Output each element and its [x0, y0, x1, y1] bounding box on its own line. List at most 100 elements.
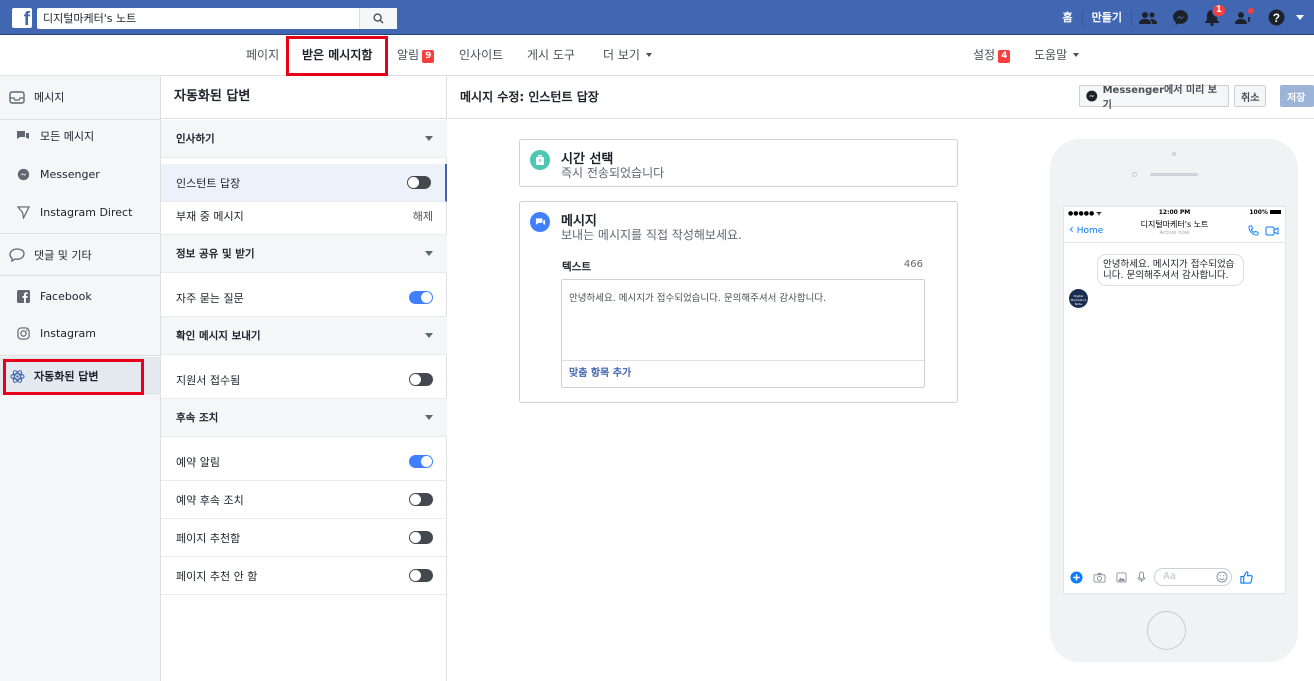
help-icon[interactable]: ? [1266, 8, 1286, 28]
response-item-label: 확인 메시지 보내기 [176, 330, 261, 342]
phone-screen: ●●●●● ᯤ 12:00 PM 100% ‹ Home 디지털마케터's 노트… [1063, 206, 1286, 594]
editor-title: 메시지 수정: 인스턴트 답장 [460, 90, 599, 104]
response-item-label: 페이지 추천 안 함 [176, 569, 258, 583]
phone-preview: ●●●●● ᯤ 12:00 PM 100% ‹ Home 디지털마케터's 노트… [1050, 139, 1298, 662]
editor-pane: 메시지 수정: 인스턴트 답장 Messenger에서 미리 보기 취소 저장 … [448, 76, 1314, 681]
search-bar[interactable]: 디지털마케터's 노트 [37, 8, 397, 29]
sidebar-header-messages[interactable]: 메시지 [0, 78, 160, 116]
message-textarea[interactable]: 안녕하세요. 메시지가 접수되었습니다. 문의해주셔서 감사합니다. 맞춤 항목… [561, 279, 925, 388]
chevron-down-icon[interactable] [425, 415, 433, 420]
message-text[interactable]: 안녕하세요. 메시지가 접수되었습니다. 문의해주셔서 감사합니다. [569, 290, 826, 304]
settings-label: 설정 [973, 48, 996, 62]
tab-inbox[interactable]: 받은 메시지함 [302, 36, 372, 76]
chevron-down-icon [1073, 53, 1080, 57]
char-counter: 466 [903, 259, 923, 270]
facebook-logo-icon[interactable]: f [12, 8, 32, 28]
response-item[interactable]: 페이지 추천 안 함 [161, 557, 447, 595]
automated-responses-panel: 자동화된 답변 인사하기 인스턴트 답장 부재 중 메시지 해제 정보 공유 및 받기 자… [161, 76, 447, 681]
toggle-switch[interactable] [409, 531, 433, 544]
response-item-label: 페이지 추천함 [176, 531, 241, 545]
sidebar-item-label: Instagram [40, 326, 96, 340]
toggle-switch[interactable] [409, 455, 433, 468]
time-selection-card[interactable]: 시간 선택 즉시 전송되었습니다 [519, 139, 958, 187]
battery-indicator: 100% [1249, 209, 1281, 216]
automation-atom-icon [6, 369, 28, 384]
sidebar-item-label: 모든 메시지 [40, 130, 95, 143]
response-section-header[interactable]: 인사하기 [161, 120, 447, 158]
video-call-icon[interactable] [1265, 226, 1279, 236]
search-button[interactable] [359, 8, 397, 29]
help-link[interactable]: 도움말 [1034, 36, 1080, 76]
response-section-header[interactable]: 확인 메시지 보내기 [161, 317, 447, 355]
response-item[interactable]: 지원서 접수됨 [161, 361, 447, 399]
chevron-down-icon[interactable] [425, 333, 433, 338]
response-item[interactable]: 자주 묻는 질문 [161, 279, 447, 317]
plus-icon[interactable] [1070, 570, 1083, 584]
toggle-switch[interactable] [407, 176, 431, 189]
toggle-switch[interactable] [409, 493, 433, 506]
facebook-icon [12, 289, 34, 303]
tab-page[interactable]: 페이지 [246, 36, 279, 76]
toggle-switch[interactable] [409, 291, 433, 304]
response-section-header[interactable]: 후속 조치 [161, 399, 447, 437]
toggle-knob [421, 456, 432, 467]
response-item[interactable]: 부재 중 메시지 해제 [161, 197, 447, 235]
settings-link[interactable]: 설정 4 [973, 36, 1011, 76]
camera-icon[interactable] [1093, 572, 1106, 583]
emoji-icon[interactable] [1216, 571, 1228, 583]
response-item[interactable]: 페이지 추천함 [161, 519, 447, 557]
message-preview-bubble: 안녕하세요. 메시지가 접수되었습니다. 문의해주셔서 감사합니다. [1097, 254, 1244, 286]
image-icon[interactable] [1116, 571, 1127, 583]
toggle-knob [410, 494, 421, 505]
account-menu-chevron-icon[interactable] [1296, 15, 1304, 20]
add-custom-field-button[interactable]: 맞춤 항목 추가 [562, 360, 924, 387]
chat-bubbles-icon [12, 130, 34, 142]
tab-notifications[interactable]: 알림 9 [397, 36, 435, 76]
sidebar-item-all-messages[interactable]: 모든 메시지 [0, 117, 160, 155]
svg-text:?: ? [1272, 12, 1279, 25]
toggle-switch[interactable] [409, 373, 433, 386]
sidebar-item-messenger[interactable]: Messenger [0, 155, 160, 193]
sidebar-item-instagram[interactable]: Instagram [0, 314, 160, 352]
notifications-icon[interactable]: 1 [1202, 3, 1226, 28]
notification-badge: 1 [1211, 3, 1226, 17]
tab-insights[interactable]: 인사이트 [459, 36, 503, 76]
create-link[interactable]: 만들기 [1083, 9, 1132, 26]
response-section-header[interactable]: 정보 공유 및 받기 [161, 235, 447, 273]
microphone-icon[interactable] [1137, 571, 1146, 583]
messenger-preview-button[interactable]: Messenger에서 미리 보기 [1079, 85, 1229, 111]
tab-more-label: 더 보기 [603, 48, 640, 62]
sidebar-item-automated-responses[interactable]: 자동화된 답변 [0, 357, 160, 395]
quick-help-icon[interactable] [1234, 6, 1255, 28]
phone-sensor [1132, 172, 1137, 177]
sidebar-header-comments[interactable]: 댓글 및 기타 [0, 236, 160, 274]
friends-icon[interactable] [1138, 8, 1158, 28]
response-item[interactable]: 예약 후속 조치 [161, 481, 447, 519]
phone-call-icon[interactable] [1248, 225, 1259, 236]
sidebar-item-facebook[interactable]: Facebook [0, 277, 160, 315]
sidebar-header-label: 댓글 및 기타 [34, 249, 92, 262]
sidebar-divider [0, 355, 160, 356]
search-input[interactable]: 디지털마케터's 노트 [37, 8, 359, 29]
sidebar-item-label: Messenger [40, 167, 100, 181]
editor-header: 메시지 수정: 인스턴트 답장 Messenger에서 미리 보기 취소 저장 [448, 76, 1314, 119]
toggle-switch[interactable] [409, 569, 433, 582]
chevron-down-icon[interactable] [425, 251, 433, 256]
inbox-icon [6, 90, 28, 104]
sidebar-item-instagram-direct[interactable]: Instagram Direct [0, 193, 160, 231]
page-avatar: Digital Marketer's Note [1069, 289, 1088, 308]
phone-camera [1172, 152, 1176, 156]
response-item-label: 인스턴트 답장 [176, 176, 241, 190]
composer-input[interactable]: Aa [1154, 568, 1232, 586]
thumbs-up-icon[interactable] [1240, 570, 1253, 584]
home-link[interactable]: 홈 [1054, 9, 1083, 26]
response-status: 해제 [412, 209, 433, 223]
messenger-icon[interactable] [1170, 8, 1190, 28]
card-subtitle: 즉시 전송되었습니다 [561, 166, 665, 180]
response-item[interactable]: 예약 알림 [161, 443, 447, 481]
tab-publishing-tools[interactable]: 게시 도구 [527, 36, 575, 76]
tab-more[interactable]: 더 보기 [603, 36, 652, 76]
save-button[interactable]: 저장 [1280, 85, 1314, 107]
chevron-down-icon[interactable] [425, 136, 433, 141]
cancel-button[interactable]: 취소 [1234, 85, 1267, 107]
